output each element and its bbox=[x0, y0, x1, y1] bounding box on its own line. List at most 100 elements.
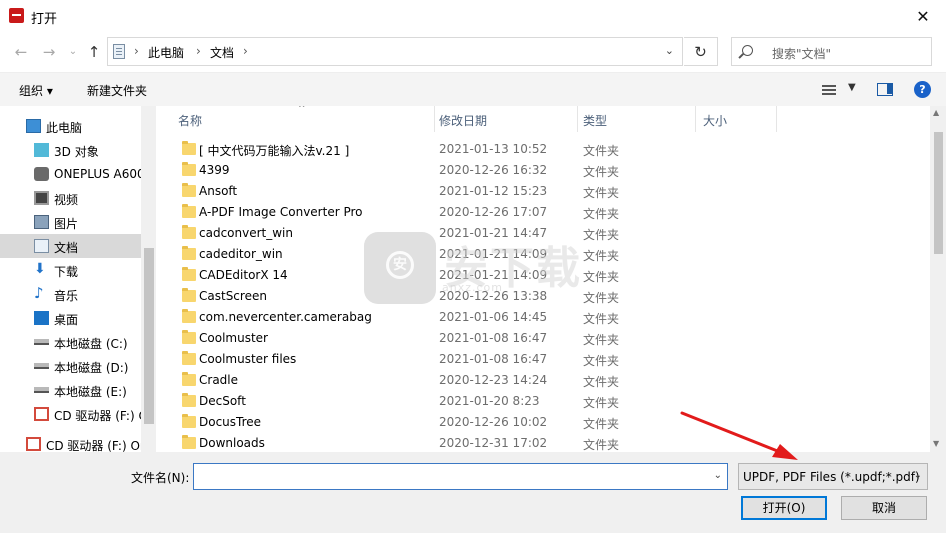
cd-drive-icon bbox=[26, 437, 41, 451]
folder-icon bbox=[182, 162, 196, 176]
sidebar-item[interactable]: 桌面 bbox=[0, 306, 141, 330]
file-row[interactable]: Cradle 2020-12-23 14:24 文件夹 bbox=[157, 370, 930, 391]
file-date: 2021-01-08 16:47 bbox=[439, 352, 548, 366]
breadcrumb-separator-icon[interactable]: › bbox=[243, 44, 248, 58]
folder-icon bbox=[182, 351, 196, 365]
file-row[interactable]: Coolmuster 2021-01-08 16:47 文件夹 bbox=[157, 328, 930, 349]
cube-icon bbox=[34, 143, 49, 157]
file-row[interactable]: [ 中文代码万能输入法v.21 ] 2021-01-13 10:52 文件夹 bbox=[157, 139, 930, 160]
file-type: 文件夹 bbox=[583, 186, 620, 200]
column-header-date[interactable]: 修改日期 bbox=[439, 106, 487, 132]
file-row[interactable]: DecSoft 2021-01-20 8:23 文件夹 bbox=[157, 391, 930, 412]
drive-icon bbox=[34, 339, 49, 345]
breadcrumb-separator-icon[interactable]: › bbox=[196, 44, 201, 58]
sidebar-scrollbar[interactable] bbox=[141, 106, 156, 452]
file-type: 文件夹 bbox=[583, 417, 620, 431]
file-type: 文件夹 bbox=[583, 270, 620, 284]
sidebar-item[interactable]: ♪ 音乐 bbox=[0, 282, 141, 306]
refresh-button[interactable]: ↻ bbox=[684, 37, 718, 66]
close-button[interactable]: ✕ bbox=[900, 0, 946, 32]
forward-arrow-icon[interactable]: → bbox=[39, 42, 59, 62]
file-row[interactable]: Coolmuster files 2021-01-08 16:47 文件夹 bbox=[157, 349, 930, 370]
address-bar[interactable]: › 此电脑 › 文档 › ⌄ bbox=[107, 37, 683, 66]
download-icon: ⬇ bbox=[34, 261, 46, 277]
folder-icon bbox=[182, 288, 196, 302]
file-row[interactable]: A-PDF Image Converter Pro 2020-12-26 17:0… bbox=[157, 202, 930, 223]
file-type: 文件夹 bbox=[583, 354, 620, 368]
column-header-type[interactable]: 类型 bbox=[583, 106, 607, 132]
sidebar-item[interactable]: 此电脑 bbox=[0, 114, 141, 138]
file-date: 2021-01-20 8:23 bbox=[439, 394, 540, 408]
breadcrumb-documents[interactable]: 文档 bbox=[210, 44, 234, 61]
help-icon[interactable]: ? bbox=[914, 81, 931, 98]
file-type-dropdown-icon[interactable]: ⌄ bbox=[914, 470, 922, 481]
cancel-button[interactable]: 取消 bbox=[841, 496, 927, 520]
folder-icon bbox=[182, 204, 196, 218]
file-type: 文件夹 bbox=[583, 375, 620, 389]
filename-input[interactable]: ⌄ bbox=[193, 463, 728, 490]
preview-pane-icon[interactable] bbox=[877, 83, 893, 96]
breadcrumb-this-pc[interactable]: 此电脑 bbox=[148, 44, 184, 61]
file-row[interactable]: com.nevercenter.camerabag 2021-01-06 14:4… bbox=[157, 307, 930, 328]
filename-dropdown-icon[interactable]: ⌄ bbox=[714, 470, 722, 481]
sidebar-item-label: CD 驱动器 (F:) Or bbox=[46, 439, 141, 452]
title-bar: 打开 ✕ bbox=[0, 0, 946, 32]
sidebar-item[interactable]: 3D 对象 bbox=[0, 138, 141, 162]
sidebar-item[interactable]: 本地磁盘 (C:) bbox=[0, 330, 141, 354]
column-header-size[interactable]: 大小 bbox=[703, 106, 727, 132]
file-date: 2021-01-08 16:47 bbox=[439, 331, 548, 345]
sidebar-item-label: 音乐 bbox=[54, 289, 79, 303]
sidebar-item[interactable]: 视频 bbox=[0, 186, 141, 210]
sidebar-scroll-thumb[interactable] bbox=[144, 248, 154, 424]
file-row[interactable]: Downloads 2020-12-31 17:02 文件夹 bbox=[157, 433, 930, 452]
file-list-scroll-thumb[interactable] bbox=[934, 132, 943, 254]
scroll-down-icon[interactable]: ▼ bbox=[933, 439, 939, 448]
file-name: [ 中文代码万能输入法v.21 ] bbox=[199, 144, 350, 158]
file-row[interactable]: DocusTree 2020-12-26 10:02 文件夹 bbox=[157, 412, 930, 433]
search-placeholder: 搜索"文档" bbox=[772, 47, 832, 61]
sidebar-item[interactable]: CD 驱动器 (F:) Or bbox=[0, 432, 141, 452]
sidebar-item-label: 视频 bbox=[54, 193, 79, 207]
computer-icon bbox=[26, 119, 41, 133]
back-arrow-icon[interactable]: ← bbox=[11, 42, 31, 62]
sidebar-item[interactable]: ONEPLUS A600 bbox=[0, 162, 141, 186]
file-list-scrollbar[interactable]: ▲ ▼ bbox=[930, 106, 946, 452]
file-type-filter[interactable]: UPDF, PDF Files (*.updf;*.pdf) ⌄ bbox=[738, 463, 928, 490]
file-row[interactable]: 4399 2020-12-26 16:32 文件夹 bbox=[157, 160, 930, 181]
navigation-bar: ← → ⌄ ↑ › 此电脑 › 文档 › ⌄ ↻ 搜索"文档" bbox=[0, 32, 946, 72]
column-divider[interactable] bbox=[776, 106, 777, 132]
search-icon bbox=[742, 45, 753, 56]
sidebar-item-label: 本地磁盘 (C:) bbox=[54, 337, 128, 351]
sidebar-item[interactable]: ⬇ 下载 bbox=[0, 258, 141, 282]
address-dropdown-icon[interactable]: ⌄ bbox=[665, 44, 674, 57]
sidebar-item-label: 桌面 bbox=[54, 313, 79, 327]
folder-icon bbox=[182, 225, 196, 239]
search-input[interactable]: 搜索"文档" bbox=[731, 37, 932, 66]
column-divider[interactable] bbox=[577, 106, 578, 132]
organize-button[interactable]: 组织 ▾ bbox=[19, 82, 53, 99]
file-name: CADEditorX 14 bbox=[199, 268, 288, 282]
recent-dropdown-icon[interactable]: ⌄ bbox=[63, 42, 83, 62]
open-button[interactable]: 打开(O) bbox=[741, 496, 827, 520]
navigation-pane: 此电脑 3D 对象 ONEPLUS A600 视频图片 文档 ⬇ 下载 ♪ 音乐桌面本地磁盘 (… bbox=[0, 106, 141, 452]
breadcrumb-separator-icon[interactable]: › bbox=[134, 44, 139, 58]
sidebar-item[interactable]: CD 驱动器 (F:) O bbox=[0, 402, 141, 426]
column-divider[interactable] bbox=[434, 106, 435, 132]
file-type: 文件夹 bbox=[583, 207, 620, 221]
app-icon bbox=[9, 8, 24, 23]
file-row[interactable]: Ansoft 2021-01-12 15:23 文件夹 bbox=[157, 181, 930, 202]
sidebar-item[interactable]: 本地磁盘 (E:) bbox=[0, 378, 141, 402]
column-header-name[interactable]: 名称 bbox=[178, 106, 202, 132]
scroll-up-icon[interactable]: ▲ bbox=[933, 108, 939, 117]
view-dropdown-icon[interactable]: ▼ bbox=[848, 82, 856, 93]
column-divider[interactable] bbox=[695, 106, 696, 132]
up-arrow-icon[interactable]: ↑ bbox=[84, 42, 104, 62]
sort-ascending-icon: ^ bbox=[298, 106, 306, 114]
view-options-icon[interactable] bbox=[822, 85, 836, 95]
sidebar-item[interactable]: 图片 bbox=[0, 210, 141, 234]
new-folder-button[interactable]: 新建文件夹 bbox=[87, 82, 147, 99]
sidebar-item[interactable]: 文档 bbox=[0, 234, 141, 258]
file-type: 文件夹 bbox=[583, 249, 620, 263]
sidebar-item[interactable]: 本地磁盘 (D:) bbox=[0, 354, 141, 378]
file-type: 文件夹 bbox=[583, 165, 620, 179]
